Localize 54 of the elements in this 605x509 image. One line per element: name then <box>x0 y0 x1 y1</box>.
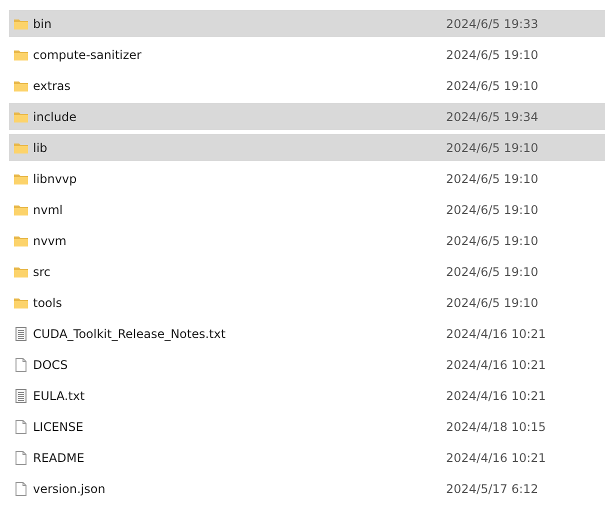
modified-date: 2024/4/16 10:21 <box>446 388 546 402</box>
modified-date: 2024/4/18 10:15 <box>446 420 546 434</box>
file-name: lib <box>33 140 48 154</box>
file-row[interactable]: nvml 2024/6/5 19:10 <box>9 196 605 223</box>
text-file-icon <box>13 388 29 404</box>
modified-date: 2024/6/5 19:10 <box>446 234 538 248</box>
file-row[interactable]: lib 2024/6/5 19:10 <box>9 134 605 161</box>
file-row[interactable]: compute-sanitizer 2024/6/5 19:10 <box>9 41 605 68</box>
modified-date: 2024/4/16 10:21 <box>446 450 546 464</box>
modified-date: 2024/6/5 19:10 <box>446 296 538 310</box>
file-row[interactable]: CUDA_Toolkit_Release_Notes.txt 2024/4/16 10:21 <box>9 320 605 347</box>
file-row[interactable]: version.json 2024/5/17 6:12 <box>9 475 605 502</box>
file-row[interactable]: LICENSE 2024/4/18 10:15 <box>9 413 605 440</box>
modified-date: 2024/6/5 19:10 <box>446 202 538 216</box>
text-file-icon <box>13 326 29 342</box>
modified-date: 2024/6/5 19:34 <box>446 110 538 124</box>
modified-date: 2024/6/5 19:10 <box>446 264 538 278</box>
file-name: bin <box>33 16 53 30</box>
file-name: DOCS <box>33 358 69 372</box>
file-icon <box>13 418 29 434</box>
file-row[interactable]: nvvm 2024/6/5 19:10 <box>9 227 605 254</box>
file-row[interactable]: include 2024/6/5 19:34 <box>9 103 605 130</box>
modified-date: 2024/6/5 19:10 <box>446 78 538 92</box>
file-name: version.json <box>33 482 106 496</box>
file-icon <box>13 356 29 372</box>
file-row[interactable]: tools 2024/6/5 19:10 <box>9 289 605 316</box>
file-row[interactable]: extras 2024/6/5 19:10 <box>9 72 605 99</box>
modified-date: 2024/5/17 6:12 <box>446 482 538 496</box>
file-name: include <box>33 110 78 124</box>
file-name: LICENSE <box>33 420 84 434</box>
file-icon <box>13 450 29 466</box>
file-name: nvml <box>33 202 64 216</box>
file-row[interactable]: src 2024/6/5 19:10 <box>9 258 605 285</box>
file-row[interactable]: bin 2024/6/5 19:33 <box>9 10 605 37</box>
file-name: nvvm <box>33 234 68 248</box>
file-name: EULA.txt <box>33 388 86 402</box>
file-name: README <box>33 450 86 464</box>
file-name: libnvvp <box>33 172 78 186</box>
file-row[interactable]: README 2024/4/16 10:21 <box>9 444 605 471</box>
file-row[interactable]: EULA.txt 2024/4/16 10:21 <box>9 382 605 409</box>
file-name: src <box>33 264 52 278</box>
modified-date: 2024/4/16 10:21 <box>446 326 546 340</box>
modified-date: 2024/6/5 19:10 <box>446 48 538 62</box>
file-icon <box>13 480 29 496</box>
modified-date: 2024/6/5 19:10 <box>446 140 538 154</box>
modified-date: 2024/6/5 19:33 <box>446 16 538 30</box>
modified-date: 2024/4/16 10:21 <box>446 358 546 372</box>
file-row[interactable]: libnvvp 2024/6/5 19:10 <box>9 165 605 192</box>
file-name: compute-sanitizer <box>33 48 142 62</box>
file-name: tools <box>33 296 63 310</box>
file-name: extras <box>33 78 72 92</box>
file-row[interactable]: DOCS 2024/4/16 10:21 <box>9 351 605 378</box>
file-name: CUDA_Toolkit_Release_Notes.txt <box>33 326 227 340</box>
modified-date: 2024/6/5 19:10 <box>446 172 538 186</box>
